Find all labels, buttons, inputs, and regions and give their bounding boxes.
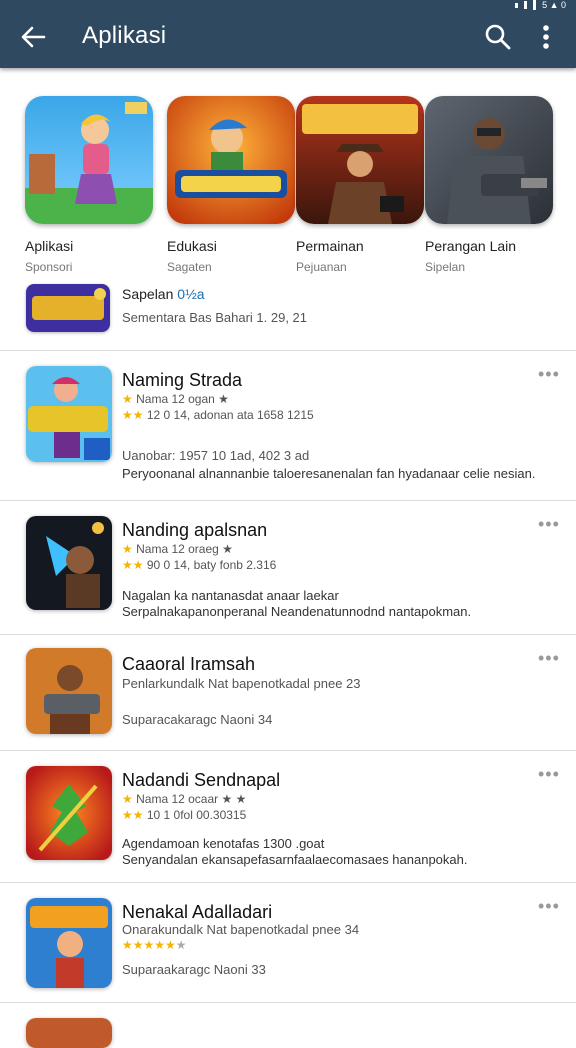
signal-icon — [515, 2, 519, 8]
search-icon[interactable] — [484, 22, 512, 52]
more-horiz-icon[interactable]: ••• — [538, 648, 560, 669]
promo-subtitle: Sementara Bas Bahari 1. 29, 21 — [122, 310, 308, 325]
promo-title-accent: 0½a — [177, 286, 205, 302]
featured-sub: Sipelan — [425, 260, 466, 274]
list-item[interactable]: Caaoral Iramsah Penlarkundalk Nat bapeno… — [0, 634, 576, 750]
app-icon — [26, 898, 112, 988]
app-rating: ★★ 12 0 14, adonan ata 1658 1215 — [122, 408, 314, 422]
app-icon — [26, 766, 112, 860]
featured-image — [25, 96, 153, 224]
app-meta: ★ Nama 12 ogan ★ — [122, 392, 229, 406]
star-icon: ★ — [122, 792, 133, 806]
app-rating-text: 10 1 0fol 00.30315 — [146, 808, 247, 822]
featured-name: Permainan — [296, 238, 364, 254]
app-icon — [26, 648, 112, 734]
app-description: Senyandalan ekansapefasarnfaalaecomasaes… — [122, 852, 468, 867]
app-icon — [26, 1018, 112, 1048]
star-icon: ★★ — [122, 808, 144, 822]
app-title: Caaoral Iramsah — [122, 654, 256, 674]
featured-tile[interactable]: Aplikasi Sponsori — [25, 96, 155, 274]
app-info: Suparaakaragc Naoni 33 — [122, 962, 266, 977]
star-icon: ★ — [122, 392, 133, 406]
star-empty-icon: ★ — [175, 938, 187, 952]
featured-image — [296, 96, 424, 224]
featured-tile[interactable]: Perangan Lain Sipelan — [425, 96, 555, 274]
app-meta-text: Nama 12 ogan ★ — [136, 392, 229, 406]
app-description: Serpalnakapanonperanal Neandenatunnodnd … — [122, 604, 472, 619]
more-horiz-icon[interactable]: ••• — [538, 364, 560, 385]
featured-tile[interactable]: Edukasi Sagaten — [167, 96, 297, 274]
status-text: 5 ▲ 0 — [542, 0, 566, 10]
app-meta: Penlarkundalk Nat bapenotkadal pnee 23 — [122, 676, 361, 691]
app-rating-text: 12 0 14, adonan ata 1658 1215 — [146, 408, 314, 422]
list-item[interactable]: Nenakal Adalladari Onarakundalk Nat bape… — [0, 882, 576, 1002]
app-rating: ★★ 10 1 0fol 00.30315 — [122, 808, 246, 822]
featured-sub: Pejuanan — [296, 260, 347, 274]
featured-tile[interactable]: Permainan Pejuanan — [296, 96, 426, 274]
featured-name: Aplikasi — [25, 238, 74, 254]
app-meta: Onarakundalk Nat bapenotkadal pnee 34 — [122, 922, 360, 937]
promo-title: Sapelan 0½a — [122, 286, 205, 302]
more-vert-icon[interactable] — [534, 22, 558, 52]
promo-banner[interactable]: Sapelan 0½a Sementara Bas Bahari 1. 29, … — [26, 284, 556, 338]
more-horiz-icon[interactable]: ••• — [538, 764, 560, 785]
app-info: Uanobar: 1957 10 1ad, 402 3 ad — [122, 448, 310, 463]
promo-image — [26, 284, 110, 332]
app-info: Nagalan ka nantanasdat anaar laekar — [122, 588, 339, 603]
more-horiz-icon[interactable]: ••• — [538, 514, 560, 535]
app-meta: ★ Nama 12 oraeg ★ — [122, 542, 233, 556]
app-icon — [26, 366, 112, 462]
featured-image — [167, 96, 295, 224]
app-description: Peryoonanal alnannanbie taloeresanenalan… — [122, 466, 536, 481]
promo-title-text: Sapelan — [122, 286, 174, 302]
app-title: Nadandi Sendnapal — [122, 770, 281, 790]
app-title: Naming Strada — [122, 370, 243, 390]
signal-icon-2 — [524, 1, 528, 9]
battery-icon — [533, 0, 537, 10]
app-title: Nenakal Adalladari — [122, 902, 273, 922]
app-rating-text: 90 0 14, baty fonb 2.316 — [146, 558, 277, 572]
star-icon: ★★★★★ — [122, 938, 176, 952]
featured-name: Edukasi — [167, 238, 217, 254]
app-rating: ★★★★★★ — [122, 938, 187, 952]
list-item[interactable] — [0, 1002, 576, 1048]
star-icon: ★★ — [122, 558, 144, 572]
app-bar: 5 ▲ 0 Aplikasi — [0, 0, 576, 68]
app-info: Agendamoan kenotafas 1300 .goat — [122, 836, 325, 851]
featured-sub: Sagaten — [167, 260, 212, 274]
featured-image — [425, 96, 553, 224]
status-bar: 5 ▲ 0 — [515, 0, 566, 10]
list-item[interactable]: Nanding apalsnan ★ Nama 12 oraeg ★ ★★ 90… — [0, 500, 576, 634]
app-meta: ★ Nama 12 ocaar ★ ★ — [122, 792, 246, 806]
app-title: Nanding apalsnan — [122, 520, 268, 540]
list-item[interactable]: Nadandi Sendnapal ★ Nama 12 ocaar ★ ★ ★★… — [0, 750, 576, 882]
featured-carousel: Aplikasi Sponsori Edukasi Sagaten Permai… — [0, 96, 576, 276]
list-item[interactable]: Naming Strada ★ Nama 12 ogan ★ ★★ 12 0 1… — [0, 350, 576, 500]
app-info: Suparacakaragc Naoni 34 — [122, 712, 273, 727]
featured-sub: Sponsori — [25, 260, 73, 274]
star-icon: ★ — [122, 542, 133, 556]
more-horiz-icon[interactable]: ••• — [538, 896, 560, 917]
featured-name: Perangan Lain — [425, 238, 517, 254]
app-rating: ★★ 90 0 14, baty fonb 2.316 — [122, 558, 276, 572]
app-icon — [26, 516, 112, 610]
page-title: Aplikasi — [82, 22, 167, 49]
star-icon: ★★ — [122, 408, 144, 422]
app-meta-text: Nama 12 ocaar ★ ★ — [136, 792, 247, 806]
arrow-left-icon[interactable] — [18, 22, 48, 52]
app-meta-text: Nama 12 oraeg ★ — [136, 542, 233, 556]
